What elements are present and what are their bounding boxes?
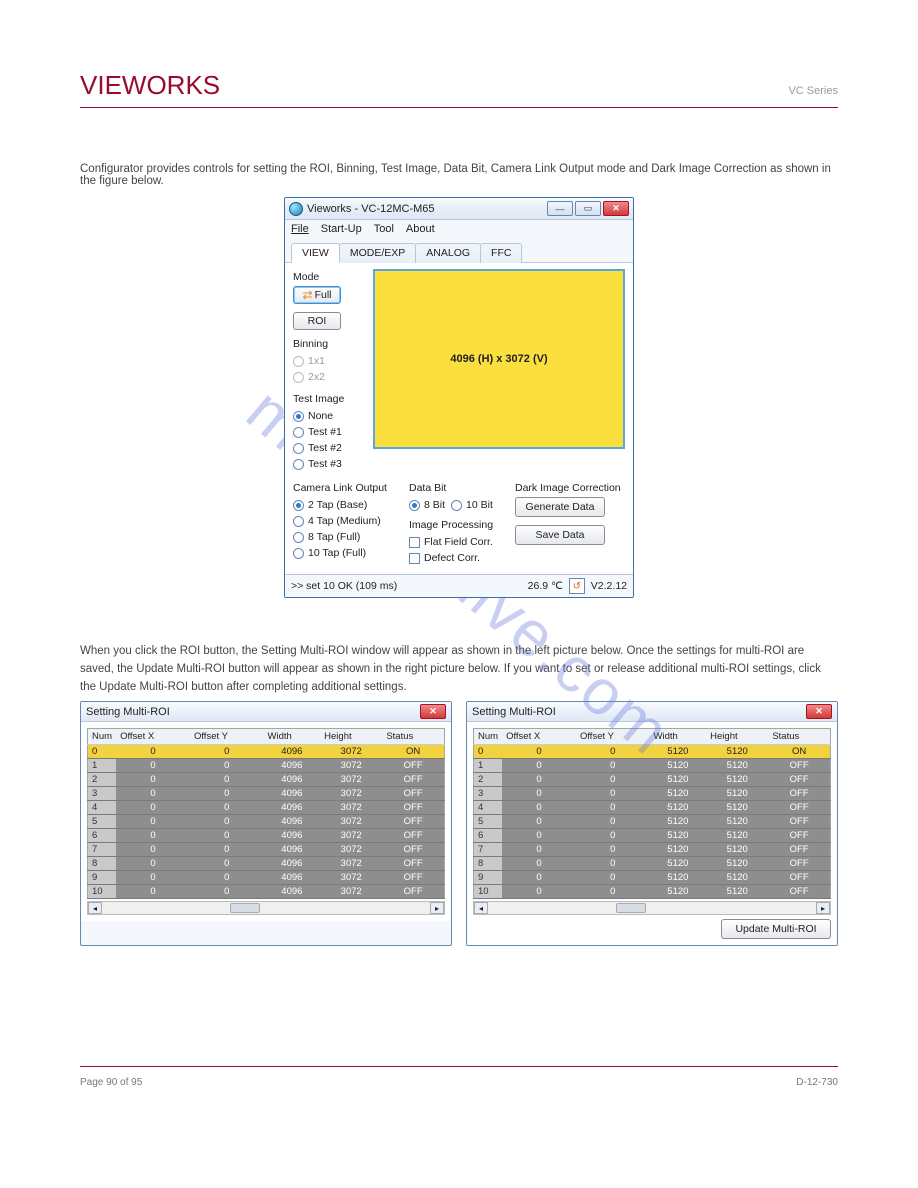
binning-label: Binning [293, 338, 365, 350]
table-row[interactable]: 60051205120OFF [474, 829, 831, 843]
tab-ffc[interactable]: FFC [480, 243, 522, 263]
test-3[interactable]: Test #3 [293, 456, 365, 472]
status-left: >> set 10 OK (109 ms) [291, 580, 397, 592]
table-row[interactable]: 70040963072OFF [88, 843, 445, 857]
minimize-button[interactable]: — [547, 201, 573, 216]
testimage-label: Test Image [293, 393, 365, 405]
test-1[interactable]: Test #1 [293, 424, 365, 440]
tabstrip: VIEW MODE/EXP ANALOG FFC [285, 238, 633, 263]
table-row[interactable]: 60040963072OFF [88, 829, 445, 843]
binning-1x1: 1x1 [293, 353, 365, 369]
table-row[interactable]: 30040963072OFF [88, 787, 445, 801]
databit-10[interactable]: 10 Bit [451, 497, 493, 513]
preview-text: 4096 (H) x 3072 (V) [450, 353, 547, 365]
doc-header-right: VC Series [788, 85, 838, 97]
table-row[interactable]: 00051205120ON [474, 745, 831, 759]
full-button[interactable]: ⇄Full [293, 286, 341, 304]
mode-label: Mode [293, 271, 365, 283]
roi-close-button[interactable]: ✕ [420, 704, 446, 719]
generate-data-button[interactable]: Generate Data [515, 497, 605, 517]
flatfield-check[interactable]: Flat Field Corr. [409, 534, 509, 550]
menu-startup[interactable]: Start-Up [321, 223, 362, 235]
clo-8tap[interactable]: 8 Tap (Full) [293, 529, 403, 545]
maximize-button[interactable]: ▭ [575, 201, 601, 216]
h-scrollbar[interactable]: ◂▸ [87, 901, 445, 915]
table-row[interactable]: 50051205120OFF [474, 815, 831, 829]
table-row[interactable]: 00040963072ON [88, 745, 445, 759]
table-row[interactable]: 40051205120OFF [474, 801, 831, 815]
window-title: Vieworks - VC-12MC-M65 [307, 203, 435, 215]
clo-2tap[interactable]: 2 Tap (Base) [293, 497, 403, 513]
titlebar[interactable]: Vieworks - VC-12MC-M65 — ▭ ✕ [285, 198, 633, 220]
update-multiroi-button[interactable]: Update Multi-ROI [721, 919, 831, 939]
menu-tool[interactable]: Tool [374, 223, 394, 235]
databit-label: Data Bit [409, 482, 509, 494]
ip-label: Image Processing [409, 519, 509, 531]
menu-about[interactable]: About [406, 223, 435, 235]
table-row[interactable]: 20051205120OFF [474, 773, 831, 787]
table-row[interactable]: 40040963072OFF [88, 801, 445, 815]
brand-logo: VIEWORKS [80, 70, 220, 101]
menu-file[interactable]: File [291, 223, 309, 235]
defect-check[interactable]: Defect Corr. [409, 550, 509, 566]
preview-panel: 4096 (H) x 3072 (V) [373, 269, 625, 449]
table-row[interactable]: 80051205120OFF [474, 857, 831, 871]
page-number: Page 90 of 95 [80, 1077, 142, 1088]
table-row[interactable]: 70051205120OFF [474, 843, 831, 857]
save-data-button[interactable]: Save Data [515, 525, 605, 545]
table-row[interactable]: 50040963072OFF [88, 815, 445, 829]
roi-window-left: Setting Multi-ROI ✕ NumOffset XOffset YW… [80, 701, 452, 946]
roi-description: When you click the ROI button, the Setti… [80, 643, 838, 696]
tab-analog[interactable]: ANALOG [415, 243, 481, 263]
roi-window-right: Setting Multi-ROI ✕ NumOffset XOffset YW… [466, 701, 838, 946]
doc-rev: D-12-730 [796, 1077, 838, 1088]
statusbar: >> set 10 OK (109 ms) 26.9 ℃ ↺ V2.2.12 [285, 574, 633, 597]
main-window: Vieworks - VC-12MC-M65 — ▭ ✕ File Start-… [284, 197, 634, 598]
status-temp: 26.9 ℃ [528, 580, 563, 592]
tab-view[interactable]: VIEW [291, 243, 340, 263]
roi-table-right[interactable]: NumOffset XOffset YWidthHeightStatus 000… [473, 728, 831, 899]
roi-window-title: Setting Multi-ROI [472, 706, 556, 718]
tab-modeexp[interactable]: MODE/EXP [339, 243, 416, 263]
app-icon [289, 202, 303, 216]
table-row[interactable]: 30051205120OFF [474, 787, 831, 801]
table-row[interactable]: 90040963072OFF [88, 871, 445, 885]
test-none[interactable]: None [293, 408, 365, 424]
status-version: V2.2.12 [591, 580, 627, 592]
intro-paragraph: Configurator provides controls for setti… [80, 163, 838, 187]
table-row[interactable]: 20040963072OFF [88, 773, 445, 787]
table-row[interactable]: 10040963072OFF [88, 759, 445, 773]
menubar: File Start-Up Tool About [285, 220, 633, 238]
table-row[interactable]: 100040963072OFF [88, 885, 445, 899]
binning-2x2: 2x2 [293, 369, 365, 385]
table-row[interactable]: 10051205120OFF [474, 759, 831, 773]
refresh-icon[interactable]: ↺ [569, 578, 585, 594]
databit-8[interactable]: 8 Bit [409, 497, 445, 513]
roi-close-button[interactable]: ✕ [806, 704, 832, 719]
footer-rule [80, 1066, 838, 1067]
test-2[interactable]: Test #2 [293, 440, 365, 456]
clo-label: Camera Link Output [293, 482, 403, 494]
dic-label: Dark Image Correction [515, 482, 625, 494]
table-row[interactable]: 100051205120OFF [474, 885, 831, 899]
clo-10tap[interactable]: 10 Tap (Full) [293, 545, 403, 561]
table-row[interactable]: 90051205120OFF [474, 871, 831, 885]
brand-rule [80, 107, 838, 108]
table-row[interactable]: 80040963072OFF [88, 857, 445, 871]
close-button[interactable]: ✕ [603, 201, 629, 216]
roi-window-title: Setting Multi-ROI [86, 706, 170, 718]
clo-4tap[interactable]: 4 Tap (Medium) [293, 513, 403, 529]
roi-table-left[interactable]: NumOffset XOffset YWidthHeightStatus 000… [87, 728, 445, 899]
h-scrollbar[interactable]: ◂▸ [473, 901, 831, 915]
roi-button[interactable]: ROI [293, 312, 341, 330]
